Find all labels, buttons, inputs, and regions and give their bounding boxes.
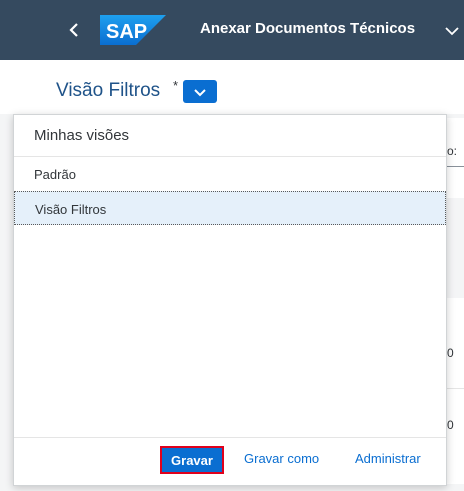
view-item-label: Visão Filtros (35, 202, 107, 217)
view-item-label: Padrão (34, 167, 76, 182)
svg-text:SAP: SAP (106, 21, 147, 43)
chevron-down-icon[interactable] (444, 24, 460, 38)
variant-title[interactable]: Visão Filtros (56, 80, 160, 102)
variant-dropdown-button[interactable] (183, 80, 217, 103)
modified-marker: * (173, 78, 179, 93)
filter-label-fragment: o: (447, 144, 458, 158)
row-divider-fragment (445, 388, 464, 389)
app-title[interactable]: Anexar Documentos Técnicos (200, 20, 415, 37)
popover-header: Minhas visões (14, 115, 446, 157)
table-cell-fragment: 0 (447, 346, 454, 360)
page-header: Visão Filtros * (0, 60, 464, 114)
table-cell-fragment: 0 (447, 418, 454, 432)
chevron-left-icon (69, 23, 78, 37)
popover-footer: Gravar Gravar como Administrar (14, 437, 446, 485)
sap-logo[interactable]: SAP (100, 15, 166, 45)
view-item-default[interactable]: Padrão (14, 157, 446, 192)
manage-button[interactable]: Administrar (355, 451, 421, 466)
my-views-popover: Minhas visões Padrão Visão Filtros Grava… (13, 114, 447, 486)
save-button[interactable]: Gravar (160, 446, 224, 474)
chevron-down-icon (194, 88, 206, 96)
save-as-button[interactable]: Gravar como (244, 451, 319, 466)
table-fragment (445, 298, 464, 484)
back-button[interactable] (60, 16, 88, 44)
input-underline-fragment (445, 166, 464, 167)
filter-bar-fragment (445, 118, 464, 198)
shell-bar: SAP Anexar Documentos Técnicos (0, 0, 464, 60)
view-item-visao-filtros[interactable]: Visão Filtros (14, 191, 446, 225)
popover-title: Minhas visões (34, 127, 130, 144)
